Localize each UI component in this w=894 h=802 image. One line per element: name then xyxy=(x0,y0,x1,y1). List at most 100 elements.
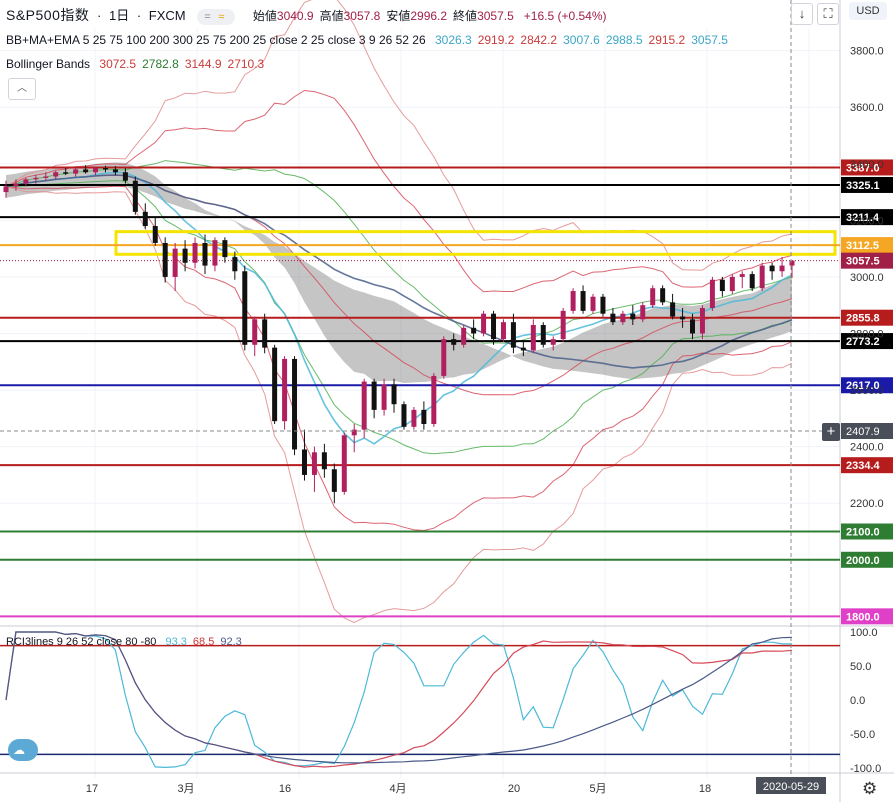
candle xyxy=(132,176,138,215)
chart-header: S&P500指数 · 1日 · FXCM = ≈ 始値3040.9 高値3057.… xyxy=(6,7,607,25)
level-label: 3325.1 xyxy=(846,180,880,192)
indicator-value: 2710.3 xyxy=(227,57,265,71)
candle-body xyxy=(660,288,666,303)
tradingview-logo[interactable]: ☁ xyxy=(8,739,38,761)
level-label: 1800.0 xyxy=(846,611,880,623)
indicator-value: 93.3 xyxy=(165,636,187,648)
grid xyxy=(0,0,894,802)
plus-icon: + xyxy=(826,423,836,440)
rci-tick-label: 50.0 xyxy=(850,661,871,673)
candle-body xyxy=(371,381,377,410)
crosshair-price: 2407.9 xyxy=(846,426,880,438)
indicator-bollinger[interactable]: Bollinger Bands 3072.5 2782.8 3144.9 2710.3 xyxy=(6,57,264,71)
candle xyxy=(709,276,715,311)
settings-gear-icon[interactable]: ⚙ xyxy=(862,779,877,799)
candle-body xyxy=(759,265,765,289)
indicator-value: 92.3 xyxy=(220,636,242,648)
candle-body xyxy=(471,327,477,334)
candle-body xyxy=(670,302,676,317)
time-tick-label: 5月 xyxy=(589,783,606,795)
candle xyxy=(500,319,506,342)
ohlc-value: 3040.9 xyxy=(276,9,314,23)
fullscreen-button[interactable]: ⛶ xyxy=(817,3,839,25)
candle-body xyxy=(93,168,99,173)
candle xyxy=(262,313,268,354)
candle xyxy=(481,310,487,337)
level-label: 2334.4 xyxy=(846,460,881,472)
wave-icon: ≈ xyxy=(218,10,225,23)
time-tick-label: 3月 xyxy=(177,783,194,795)
chart-canvas[interactable]: 3387.03325.13211.43112.53057.52855.82773… xyxy=(0,0,894,802)
candle xyxy=(401,401,407,430)
candle xyxy=(311,446,317,492)
level-label: 3112.5 xyxy=(846,240,879,252)
candle-body xyxy=(182,248,188,263)
candle-body xyxy=(520,347,526,351)
candle-body xyxy=(132,180,138,212)
scroll-down-button[interactable]: ↓ xyxy=(791,3,813,25)
candle-body xyxy=(550,339,556,345)
candle-body xyxy=(391,384,397,405)
candle-body xyxy=(699,308,705,334)
candle xyxy=(341,432,347,495)
indicator-value: 3007.6 xyxy=(563,33,600,47)
candle-body xyxy=(481,313,487,334)
candle-body xyxy=(540,325,546,345)
candle xyxy=(739,271,745,289)
candle-body xyxy=(600,296,606,314)
price-tick-label: 3400.0 xyxy=(850,159,884,171)
candle-body xyxy=(63,172,69,174)
candle-body xyxy=(292,358,298,450)
rci-pane xyxy=(0,631,840,769)
candle-body xyxy=(262,319,268,348)
price-tick-label: 3000.0 xyxy=(850,272,884,284)
price-tick-label: 3600.0 xyxy=(850,102,884,114)
indicator-rci[interactable]: RCI3lines 9 26 52 close 80 -80 93.3 68.5 9… xyxy=(6,636,242,648)
status-badge[interactable]: = ≈ xyxy=(197,8,236,25)
time-tick-label: 18 xyxy=(699,783,711,795)
candle-body xyxy=(421,409,427,424)
symbol-name[interactable]: S&P500指数 xyxy=(6,7,89,23)
candle-body xyxy=(202,242,208,266)
candle-body xyxy=(570,291,576,311)
candle-body xyxy=(620,313,626,323)
candle-body xyxy=(719,279,725,292)
candle xyxy=(212,237,218,272)
crosshair-date: 2020-05-29 xyxy=(763,781,819,793)
candle xyxy=(441,336,447,379)
candle-body xyxy=(112,169,118,173)
candle-body xyxy=(242,271,248,345)
candle-body xyxy=(142,211,148,226)
candle-body xyxy=(3,186,9,193)
indicator-value: 3072.5 xyxy=(99,57,137,71)
indicator-value: 2919.2 xyxy=(477,33,515,47)
candle-body xyxy=(500,322,506,340)
candle-body xyxy=(431,375,437,424)
candle xyxy=(361,378,367,439)
candle xyxy=(471,319,477,340)
candle-body xyxy=(53,172,59,177)
candle-body xyxy=(680,316,686,320)
indicator-value: 68.5 xyxy=(192,636,215,648)
ohlc-label: 始値 xyxy=(252,9,277,23)
candle xyxy=(391,378,397,413)
indicator-bb-ma-ema[interactable]: BB+MA+EMA 5 25 75 100 200 300 25 75 200 … xyxy=(6,33,728,47)
add-alert-button[interactable]: + xyxy=(822,423,840,441)
currency-button[interactable]: USD xyxy=(849,2,887,20)
candle-body xyxy=(361,381,367,430)
candle xyxy=(411,407,417,430)
candle-body xyxy=(282,358,288,422)
interval[interactable]: 1日 xyxy=(109,8,129,23)
candle-body xyxy=(331,469,337,492)
candle-body xyxy=(73,169,79,174)
candle-body xyxy=(640,305,646,320)
collapse-legend-button[interactable]: ︿ xyxy=(8,78,36,100)
candle-body xyxy=(13,183,19,187)
candle-body xyxy=(580,291,586,311)
price-tick-label: 3200.0 xyxy=(850,215,884,227)
price-tick-label: 2200.0 xyxy=(850,498,884,510)
expand-icon: ⛶ xyxy=(823,6,833,21)
candle xyxy=(242,265,248,351)
candle-body xyxy=(411,409,417,427)
candle-body xyxy=(709,279,715,309)
